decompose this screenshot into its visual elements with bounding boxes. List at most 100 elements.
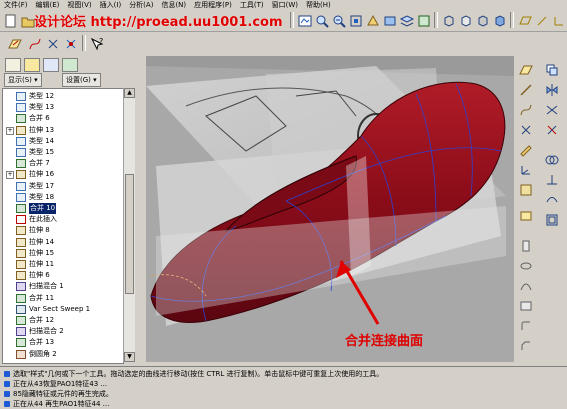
tree-item[interactable]: 类型 14 [3, 136, 123, 147]
scroll-down-icon[interactable]: ▼ [124, 352, 135, 362]
boundary-blend-tool-icon[interactable] [518, 298, 534, 314]
graphics-viewport[interactable] [146, 56, 514, 362]
style-tool-icon[interactable] [518, 208, 534, 224]
tree-item[interactable]: Var Sect Sweep 1 [3, 304, 123, 315]
tree-item[interactable]: 类型 12 [3, 91, 123, 102]
svg-text:?: ? [99, 37, 103, 46]
context-help-icon[interactable]: ? [88, 35, 106, 53]
datum-plane-tool-icon[interactable] [518, 62, 534, 78]
tree-item[interactable]: 拉伸 11 [3, 259, 123, 270]
tree-item-label: 拉伸 15 [29, 248, 55, 257]
mirror-tool-icon[interactable] [544, 82, 560, 98]
extrude-tool-icon[interactable] [518, 238, 534, 254]
tree-item[interactable]: + 拉伸 13 [3, 125, 123, 136]
merge-icon [16, 293, 26, 303]
menu-item[interactable]: 分析(A) [125, 1, 157, 9]
tree-item[interactable]: 拉伸 6 [3, 270, 123, 281]
refit-icon[interactable] [347, 12, 365, 30]
menu-item[interactable]: 应用程序(P) [190, 1, 236, 9]
folder-browser-icon[interactable] [24, 58, 40, 72]
tree-item[interactable]: 类型 17 [3, 181, 123, 192]
wrap-tool-icon[interactable] [544, 192, 560, 208]
tree-item[interactable]: 扫描混合 2 [3, 326, 123, 337]
tree-item[interactable]: 合并 6 [3, 113, 123, 124]
tree-item[interactable]: 类型 13 [3, 102, 123, 113]
tree-item[interactable]: 类型 15 [3, 147, 123, 158]
new-file-icon[interactable] [2, 12, 20, 30]
zoom-in-icon[interactable] [313, 12, 331, 30]
tree-item[interactable]: 倒圆角 2 [3, 349, 123, 360]
view-manager-icon[interactable] [415, 12, 433, 30]
shading-icon[interactable] [491, 12, 509, 30]
sketch-tool-icon[interactable] [518, 142, 534, 158]
coordinate-systems-icon[interactable] [550, 12, 567, 30]
show-menu-button[interactable]: 显示(S) ▾ [4, 73, 42, 87]
favorites-icon[interactable] [43, 58, 59, 72]
expand-toggle-icon[interactable]: + [6, 126, 14, 135]
menu-item[interactable]: 信息(N) [157, 1, 190, 9]
analysis-tool-icon[interactable] [518, 182, 534, 198]
layer-tree-icon[interactable] [62, 58, 78, 72]
style-feature-icon [16, 181, 26, 191]
datum-axis-tool-icon[interactable] [518, 82, 534, 98]
menu-item[interactable]: 帮助(H) [302, 1, 335, 9]
scroll-up-icon[interactable]: ▲ [124, 88, 135, 98]
sweep-blend-icon [16, 327, 26, 337]
tree-item[interactable]: 拉伸 8 [3, 225, 123, 236]
menu-item[interactable]: 编辑(E) [32, 1, 64, 9]
project-tool-icon[interactable] [544, 172, 560, 188]
no-hidden-icon[interactable] [474, 12, 492, 30]
menu-item[interactable]: 窗口(W) [268, 1, 302, 9]
model-tree-icon[interactable] [5, 58, 21, 72]
csys-tool-icon[interactable] [518, 162, 534, 178]
trim-tool-icon[interactable] [544, 122, 560, 138]
tree-item[interactable]: 扫描混合 1 [3, 281, 123, 292]
menu-item[interactable]: 工具(T) [236, 1, 268, 9]
repaint-icon[interactable] [296, 12, 314, 30]
datum-planes-icon[interactable] [516, 12, 534, 30]
variable-sweep-tool-icon[interactable] [518, 278, 534, 294]
tree-item-label: 在此插入 [29, 215, 57, 224]
datum-curve-tool-icon[interactable] [518, 102, 534, 118]
expand-toggle-icon[interactable]: + [6, 171, 14, 180]
datum-axes-icon[interactable] [533, 12, 551, 30]
tree-item[interactable]: 合并 10 [3, 203, 123, 214]
scroll-thumb[interactable] [125, 174, 134, 294]
layers-icon[interactable] [398, 12, 416, 30]
menu-item[interactable]: 视图(V) [63, 1, 95, 9]
zoom-out-icon[interactable] [330, 12, 348, 30]
tree-item[interactable]: 在此插入 [3, 214, 123, 225]
model-tree-scrollbar[interactable]: ▲ ▼ [123, 88, 135, 362]
tree-item[interactable]: 类型 18 [3, 192, 123, 203]
datum-point-tool-icon[interactable] [518, 122, 534, 138]
reorient-icon[interactable] [364, 12, 382, 30]
curve-tool-icon[interactable] [26, 35, 44, 53]
settings-menu-button[interactable]: 设置(G) ▾ [62, 73, 101, 87]
revolve-tool-icon[interactable] [518, 258, 534, 274]
tree-item[interactable]: 合并 12 [3, 315, 123, 326]
axis-tool-icon[interactable] [62, 35, 80, 53]
copy-tool-icon[interactable] [544, 62, 560, 78]
wireframe-icon[interactable] [440, 12, 458, 30]
tree-item[interactable]: 拉伸 15 [3, 248, 123, 259]
menu-item[interactable]: 文件(F) [0, 1, 32, 9]
intersect-tool-icon[interactable] [544, 152, 560, 168]
style-feature-icon [16, 92, 26, 101]
tree-item[interactable]: 合并 13 [3, 337, 123, 348]
message-line: 正在从43恢复PAO1特征43 ... [4, 379, 107, 389]
merge-tool-icon[interactable] [544, 102, 560, 118]
secondary-toolbar: ? [0, 32, 110, 54]
saved-views-icon[interactable] [381, 12, 399, 30]
point-tool-icon[interactable] [44, 35, 62, 53]
menu-item[interactable]: 插入(I) [96, 1, 126, 9]
var-sect-sweep-icon [16, 304, 26, 314]
chamfer-tool-icon[interactable] [518, 338, 534, 354]
sketch-plane-icon[interactable] [6, 35, 24, 53]
tree-item[interactable]: 合并 11 [3, 293, 123, 304]
tree-item[interactable]: 合并 7 [3, 158, 123, 169]
tree-item[interactable]: + 拉伸 16 [3, 169, 123, 180]
hidden-line-icon[interactable] [457, 12, 475, 30]
round-tool-icon[interactable] [518, 318, 534, 334]
offset-tool-icon[interactable] [544, 212, 560, 228]
tree-item[interactable]: 拉伸 14 [3, 237, 123, 248]
